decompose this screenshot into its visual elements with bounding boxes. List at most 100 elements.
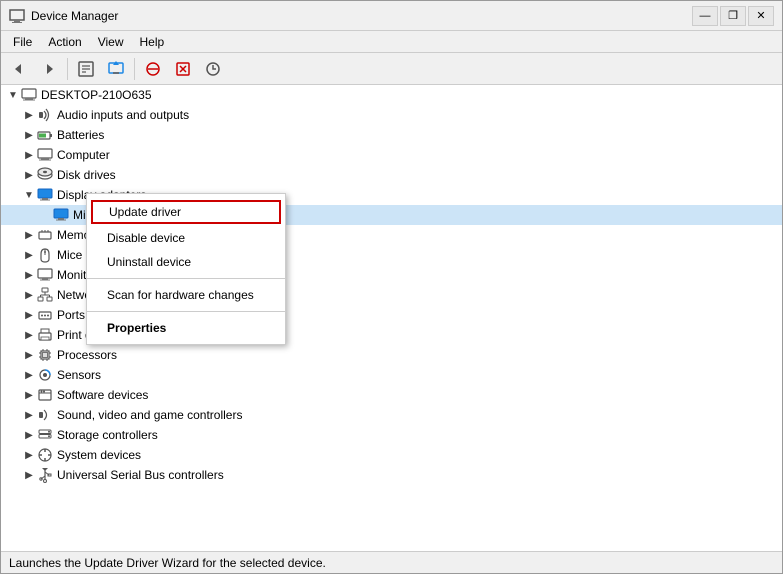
ports-icon bbox=[37, 307, 53, 323]
software-icon bbox=[37, 387, 53, 403]
uninstall-button[interactable] bbox=[169, 56, 197, 82]
tree-item-software[interactable]: ▶ Software devices bbox=[1, 385, 782, 405]
network-expand: ▶ bbox=[21, 287, 37, 303]
computer-icon2 bbox=[37, 147, 53, 163]
mouse-icon bbox=[37, 247, 53, 263]
system-label: System devices bbox=[57, 448, 141, 462]
monitors-icon bbox=[37, 267, 53, 283]
processors-label: Processors bbox=[57, 348, 117, 362]
toolbar bbox=[1, 53, 782, 85]
sound-label: Sound, video and game controllers bbox=[57, 408, 242, 422]
software-label: Software devices bbox=[57, 388, 148, 402]
forward-button[interactable] bbox=[35, 56, 63, 82]
batteries-expand: ▶ bbox=[21, 127, 37, 143]
device-tree[interactable]: ▼ DESKTOP-210O635 ▶ bbox=[1, 85, 782, 551]
toolbar-sep-1 bbox=[67, 58, 68, 80]
ctx-properties-label: Properties bbox=[107, 321, 166, 335]
ctx-disable-device[interactable]: Disable device bbox=[87, 226, 285, 250]
disk-label: Disk drives bbox=[57, 168, 116, 182]
title-bar: Device Manager — ❐ ✕ bbox=[1, 1, 782, 31]
app-icon bbox=[9, 8, 25, 24]
root-label: DESKTOP-210O635 bbox=[41, 88, 152, 102]
ctx-uninstall-device[interactable]: Uninstall device bbox=[87, 250, 285, 274]
ctx-uninstall-label: Uninstall device bbox=[107, 255, 191, 269]
scan-button[interactable] bbox=[199, 56, 227, 82]
display-expand: ▼ bbox=[21, 187, 37, 203]
sensors-label: Sensors bbox=[57, 368, 101, 382]
tree-item-processors[interactable]: ▶ Processors bbox=[1, 345, 782, 365]
audio-expand: ▶ bbox=[21, 107, 37, 123]
display-sub-icon bbox=[53, 207, 69, 223]
ctx-update-driver-label: Update driver bbox=[109, 205, 181, 219]
storage-label: Storage controllers bbox=[57, 428, 158, 442]
sound-icon bbox=[37, 407, 53, 423]
context-menu: Update driver Disable device Uninstall d… bbox=[86, 193, 286, 345]
battery-icon bbox=[37, 127, 53, 143]
tree-item-audio[interactable]: ▶ Audio inputs and outputs bbox=[1, 105, 782, 125]
properties-button[interactable] bbox=[72, 56, 100, 82]
menu-action[interactable]: Action bbox=[40, 33, 89, 51]
processor-icon bbox=[37, 347, 53, 363]
usb-icon bbox=[37, 467, 53, 483]
disable-button[interactable] bbox=[139, 56, 167, 82]
storage-expand: ▶ bbox=[21, 427, 37, 443]
print-icon bbox=[37, 327, 53, 343]
main-content: ▼ DESKTOP-210O635 ▶ bbox=[1, 85, 782, 551]
display-icon bbox=[37, 187, 53, 203]
sensors-expand: ▶ bbox=[21, 367, 37, 383]
menu-bar: File Action View Help bbox=[1, 31, 782, 53]
ctx-scan-label: Scan for hardware changes bbox=[107, 288, 254, 302]
memory-expand: ▶ bbox=[21, 227, 37, 243]
audio-icon bbox=[37, 107, 53, 123]
close-button[interactable]: ✕ bbox=[748, 6, 774, 26]
usb-expand: ▶ bbox=[21, 467, 37, 483]
display-sub-expand bbox=[37, 207, 53, 223]
window-title: Device Manager bbox=[31, 9, 692, 23]
update-driver-button[interactable] bbox=[102, 56, 130, 82]
ctx-update-driver[interactable]: Update driver bbox=[91, 200, 281, 224]
ports-expand: ▶ bbox=[21, 307, 37, 323]
tree-item-computer[interactable]: ▶ Computer bbox=[1, 145, 782, 165]
tree-item-system[interactable]: ▶ System devices bbox=[1, 445, 782, 465]
toolbar-sep-2 bbox=[134, 58, 135, 80]
tree-item-storage[interactable]: ▶ Storage controllers bbox=[1, 425, 782, 445]
tree-item-batteries[interactable]: ▶ Batteries bbox=[1, 125, 782, 145]
menu-help[interactable]: Help bbox=[132, 33, 173, 51]
system-expand: ▶ bbox=[21, 447, 37, 463]
ctx-separator bbox=[87, 278, 285, 279]
minimize-button[interactable]: — bbox=[692, 6, 718, 26]
batteries-label: Batteries bbox=[57, 128, 104, 142]
status-bar: Launches the Update Driver Wizard for th… bbox=[1, 551, 782, 573]
computer-label: Computer bbox=[57, 148, 110, 162]
processors-expand: ▶ bbox=[21, 347, 37, 363]
ctx-scan[interactable]: Scan for hardware changes bbox=[87, 283, 285, 307]
system-icon bbox=[37, 447, 53, 463]
status-text: Launches the Update Driver Wizard for th… bbox=[9, 556, 326, 570]
window-controls: — ❐ ✕ bbox=[692, 6, 774, 26]
tree-item-sensors[interactable]: ▶ Sensors bbox=[1, 365, 782, 385]
computer-icon bbox=[21, 87, 37, 103]
print-expand: ▶ bbox=[21, 327, 37, 343]
network-icon bbox=[37, 287, 53, 303]
disk-expand: ▶ bbox=[21, 167, 37, 183]
ctx-properties[interactable]: Properties bbox=[87, 316, 285, 340]
back-button[interactable] bbox=[5, 56, 33, 82]
tree-item-disk[interactable]: ▶ Disk drives bbox=[1, 165, 782, 185]
disk-icon bbox=[37, 167, 53, 183]
memory-icon bbox=[37, 227, 53, 243]
mice-expand: ▶ bbox=[21, 247, 37, 263]
usb-label: Universal Serial Bus controllers bbox=[57, 468, 224, 482]
restore-button[interactable]: ❐ bbox=[720, 6, 746, 26]
menu-file[interactable]: File bbox=[5, 33, 40, 51]
device-manager-window: Device Manager — ❐ ✕ File Action View He… bbox=[0, 0, 783, 574]
tree-root[interactable]: ▼ DESKTOP-210O635 bbox=[1, 85, 782, 105]
menu-view[interactable]: View bbox=[90, 33, 132, 51]
ctx-separator-2 bbox=[87, 311, 285, 312]
ctx-disable-label: Disable device bbox=[107, 231, 185, 245]
software-expand: ▶ bbox=[21, 387, 37, 403]
storage-icon bbox=[37, 427, 53, 443]
tree-item-usb[interactable]: ▶ Universal Serial Bus controllers bbox=[1, 465, 782, 485]
root-expand-arrow: ▼ bbox=[5, 87, 21, 103]
monitors-expand: ▶ bbox=[21, 267, 37, 283]
tree-item-sound[interactable]: ▶ Sound, video and game controllers bbox=[1, 405, 782, 425]
